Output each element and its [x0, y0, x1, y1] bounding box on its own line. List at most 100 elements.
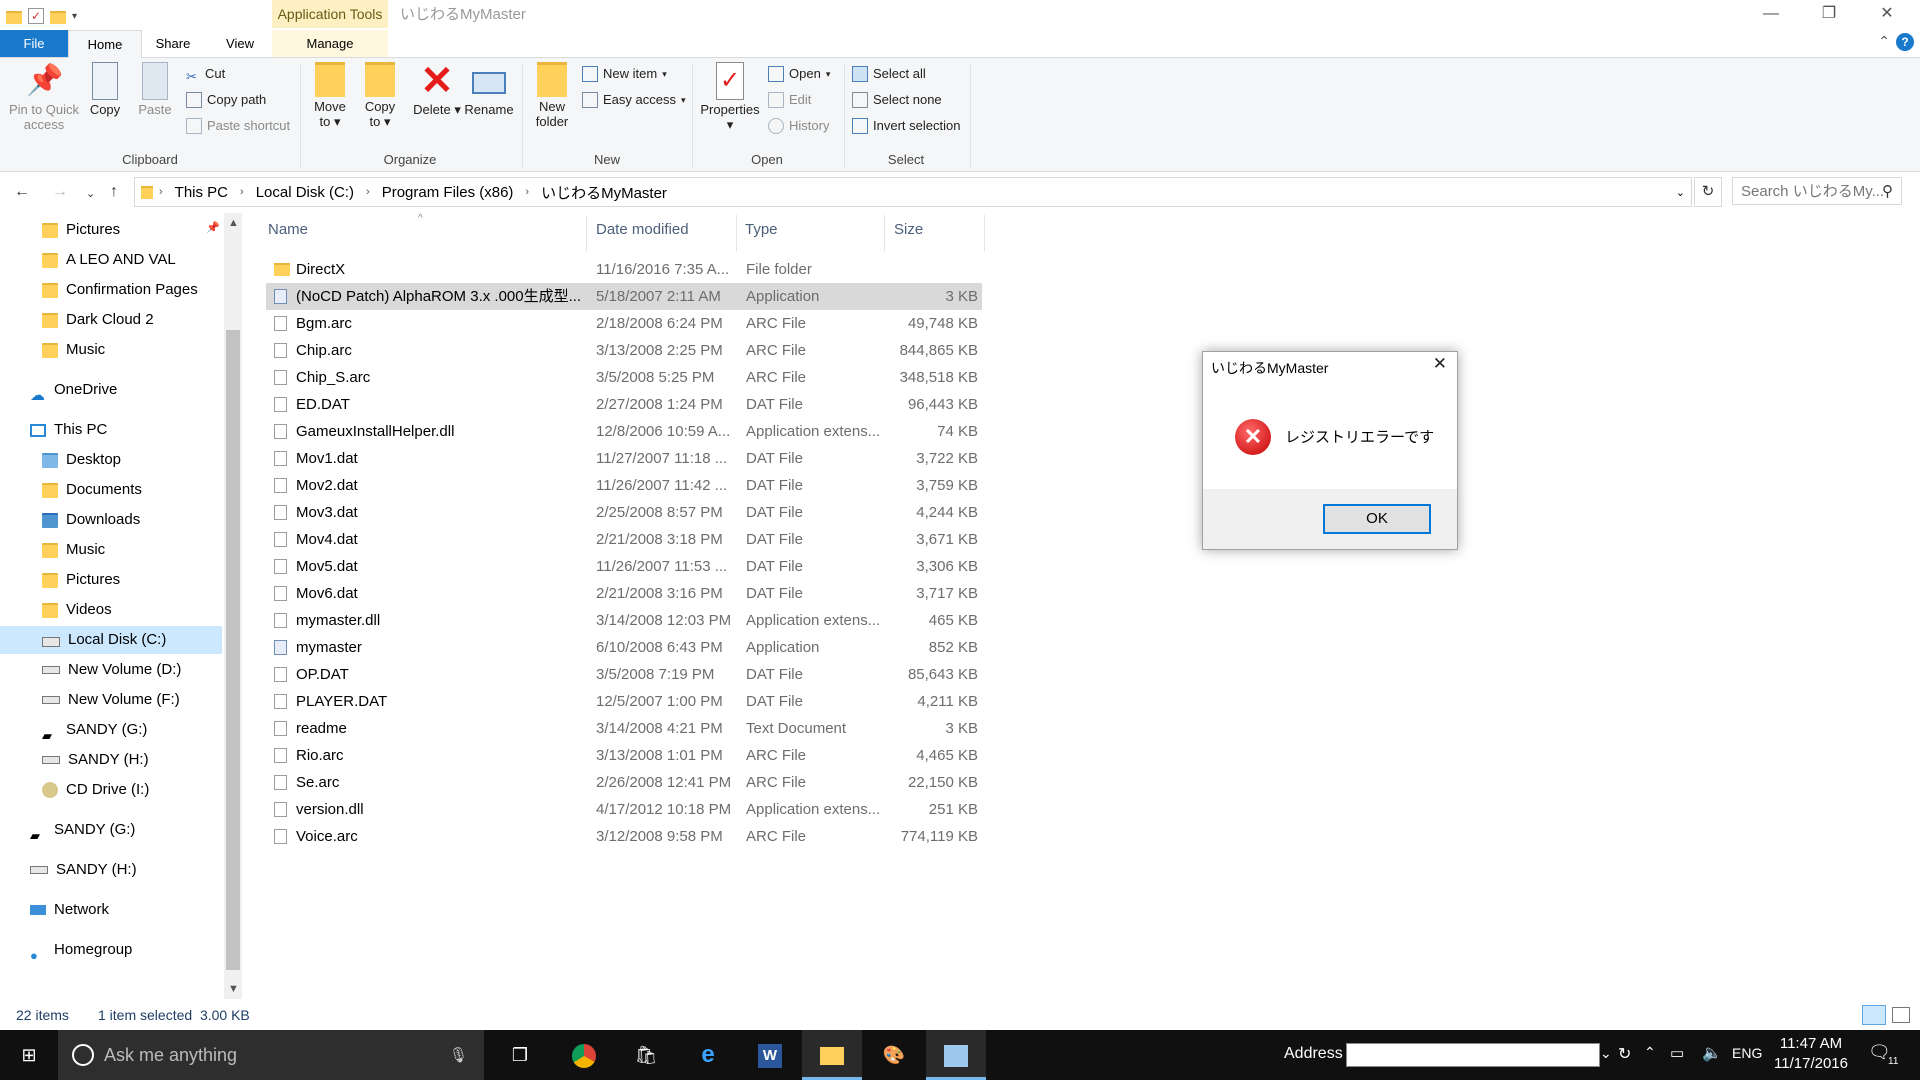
easy-access-button[interactable]: Easy access ▾: [582, 90, 686, 110]
cortana-search-box[interactable]: Ask me anything 🎙: [58, 1030, 484, 1080]
copy-to-button[interactable]: Copy to ▾: [358, 62, 402, 129]
nav-item-sandy-g-root[interactable]: ▰ SANDY (G:): [30, 816, 135, 844]
back-arrow-icon[interactable]: ←: [14, 183, 30, 201]
chevron-right-icon[interactable]: ›: [360, 186, 376, 198]
invert-selection-button[interactable]: Invert selection: [852, 116, 960, 136]
dialog-close-icon[interactable]: ✕: [1433, 354, 1447, 374]
details-view-icon[interactable]: [1862, 1005, 1886, 1025]
copy-button[interactable]: Copy: [84, 62, 126, 117]
file-row[interactable]: Se.arc 2/26/2008 12:41 PM ARC File 22,150 K…: [266, 769, 982, 796]
nav-item-homegroup[interactable]: ● Homegroup: [30, 936, 132, 964]
open-button[interactable]: Open ▾: [768, 64, 830, 84]
go-refresh-icon[interactable]: ↻: [1618, 1044, 1631, 1064]
nav-item-desktop[interactable]: Desktop: [42, 446, 121, 474]
column-divider[interactable]: [984, 215, 985, 251]
nav-item-this-pc[interactable]: This PC: [30, 416, 107, 444]
properties-button[interactable]: ✓ Properties ▾: [698, 62, 762, 132]
nav-item-videos[interactable]: Videos: [42, 596, 112, 624]
pin-to-quick-access-button[interactable]: 📌 Pin to Quick access: [6, 62, 82, 132]
file-row[interactable]: Mov1.dat 11/27/2007 11:18 ... DAT File 3,72…: [266, 445, 982, 472]
column-header-date[interactable]: Date modified: [596, 221, 689, 238]
file-row[interactable]: Chip.arc 3/13/2008 2:25 PM ARC File 844,865…: [266, 337, 982, 364]
nav-item-dark-cloud-2[interactable]: Dark Cloud 2: [42, 306, 154, 334]
new-folder-icon[interactable]: [50, 11, 66, 24]
tab-file[interactable]: File: [0, 30, 68, 57]
chevron-right-icon[interactable]: ›: [153, 186, 169, 198]
tab-home[interactable]: Home: [68, 30, 142, 58]
select-none-button[interactable]: Select none: [852, 90, 942, 110]
microphone-icon[interactable]: 🎙: [449, 1046, 468, 1064]
tab-view[interactable]: View: [220, 30, 260, 57]
file-row[interactable]: Mov3.dat 2/25/2008 8:57 PM DAT File 4,244 K…: [266, 499, 982, 526]
column-divider[interactable]: [736, 215, 737, 251]
scroll-up-icon[interactable]: ▲: [228, 217, 239, 229]
file-row[interactable]: OP.DAT 3/5/2008 7:19 PM DAT File 85,643 KB: [266, 661, 982, 688]
nav-item-pictures[interactable]: Pictures: [42, 566, 120, 594]
large-icons-view-icon[interactable]: [1892, 1007, 1910, 1023]
nav-item-sandy-h-root[interactable]: SANDY (H:): [30, 856, 137, 884]
address-bar[interactable]: › This PC › Local Disk (C:) › Program Fi…: [134, 177, 1692, 207]
file-row[interactable]: DirectX 11/16/2016 7:35 A... File folder: [266, 256, 982, 283]
address-dropdown-icon[interactable]: ⌄: [1670, 186, 1691, 199]
move-to-button[interactable]: Move to ▾: [308, 62, 352, 129]
scroll-down-icon[interactable]: ▼: [228, 983, 239, 995]
recent-locations-icon[interactable]: ⌄: [86, 187, 95, 200]
chevron-right-icon[interactable]: ›: [234, 186, 250, 198]
word-icon[interactable]: W: [740, 1030, 800, 1080]
search-input[interactable]: Search いじわるMy... ⚲: [1732, 177, 1902, 205]
nav-item-local-disk-c[interactable]: Local Disk (C:): [0, 626, 222, 654]
column-divider[interactable]: [586, 215, 587, 251]
nav-item-onedrive[interactable]: ☁ OneDrive: [30, 376, 117, 404]
ribbon-collapse-icon[interactable]: ⌃: [1878, 33, 1890, 50]
maximize-button[interactable]: ❐: [1800, 0, 1858, 30]
file-row[interactable]: Rio.arc 3/13/2008 1:01 PM ARC File 4,465 KB: [266, 742, 982, 769]
nav-item-sandy-h[interactable]: SANDY (H:): [42, 746, 149, 774]
file-row[interactable]: Mov5.dat 11/26/2007 11:53 ... DAT File 3,30…: [266, 553, 982, 580]
properties-icon[interactable]: ✓: [28, 8, 44, 24]
edit-button[interactable]: Edit: [768, 90, 811, 110]
cut-button[interactable]: ✂ Cut: [186, 64, 225, 84]
new-item-button[interactable]: New item ▾: [582, 64, 667, 84]
nav-item-new-volume-d[interactable]: New Volume (D:): [42, 656, 181, 684]
breadcrumb-current-folder[interactable]: いじわるMyMaster: [535, 182, 673, 203]
file-row[interactable]: mymaster.dll 3/14/2008 12:03 PM Applicatio…: [266, 607, 982, 634]
chevron-right-icon[interactable]: ›: [519, 186, 535, 198]
breadcrumb-program-files[interactable]: Program Files (x86): [376, 184, 520, 201]
close-button[interactable]: ✕: [1858, 0, 1916, 30]
volume-icon[interactable]: 🔈: [1702, 1043, 1722, 1063]
ok-button[interactable]: OK: [1323, 504, 1431, 534]
paste-shortcut-button[interactable]: Paste shortcut: [186, 116, 290, 136]
paint-icon[interactable]: 🎨: [864, 1030, 924, 1080]
file-row[interactable]: ED.DAT 2/27/2008 1:24 PM DAT File 96,443 KB: [266, 391, 982, 418]
refresh-icon[interactable]: ↻: [1694, 177, 1722, 207]
file-row[interactable]: PLAYER.DAT 12/5/2007 1:00 PM DAT File 4,211…: [266, 688, 982, 715]
nav-item-downloads[interactable]: Downloads: [42, 506, 140, 534]
clock[interactable]: 11:47 AM 11/17/2016: [1766, 1034, 1856, 1074]
history-button[interactable]: History: [768, 116, 829, 136]
column-header-name[interactable]: Name: [268, 221, 308, 238]
minimize-button[interactable]: —: [1742, 0, 1800, 30]
help-icon[interactable]: ?: [1896, 33, 1914, 51]
breadcrumb-this-pc[interactable]: This PC: [169, 184, 234, 201]
file-row[interactable]: Voice.arc 3/12/2008 9:58 PM ARC File 774,11…: [266, 823, 982, 850]
tab-share[interactable]: Share: [150, 30, 196, 57]
nav-item-documents[interactable]: Documents: [42, 476, 142, 504]
folder-icon[interactable]: [6, 11, 22, 24]
file-row[interactable]: Bgm.arc 2/18/2008 6:24 PM ARC File 49,748 K…: [266, 310, 982, 337]
forward-arrow-icon[interactable]: →: [52, 183, 68, 201]
new-folder-button[interactable]: New folder: [530, 62, 574, 129]
file-row[interactable]: Mov2.dat 11/26/2007 11:42 ... DAT File 3,75…: [266, 472, 982, 499]
column-header-size[interactable]: Size: [894, 221, 923, 238]
nav-item-a-leo-and-val[interactable]: A LEO AND VAL: [42, 246, 176, 274]
task-view-icon[interactable]: ❐: [490, 1030, 550, 1080]
file-row[interactable]: readme 3/14/2008 4:21 PM Text Document 3 KB: [266, 715, 982, 742]
file-row[interactable]: Chip_S.arc 3/5/2008 5:25 PM ARC File 348,51…: [266, 364, 982, 391]
breadcrumb-local-disk[interactable]: Local Disk (C:): [250, 184, 360, 201]
start-windows-icon[interactable]: ⊞: [0, 1030, 58, 1080]
file-row[interactable]: Mov4.dat 2/21/2008 3:18 PM DAT File 3,671 K…: [266, 526, 982, 553]
nav-scrollbar-thumb[interactable]: [226, 330, 240, 970]
paste-button[interactable]: Paste: [134, 62, 176, 117]
column-divider[interactable]: [884, 215, 885, 251]
address-dropdown-icon[interactable]: ⌄: [1600, 1045, 1612, 1062]
copy-path-button[interactable]: Copy path: [186, 90, 266, 110]
